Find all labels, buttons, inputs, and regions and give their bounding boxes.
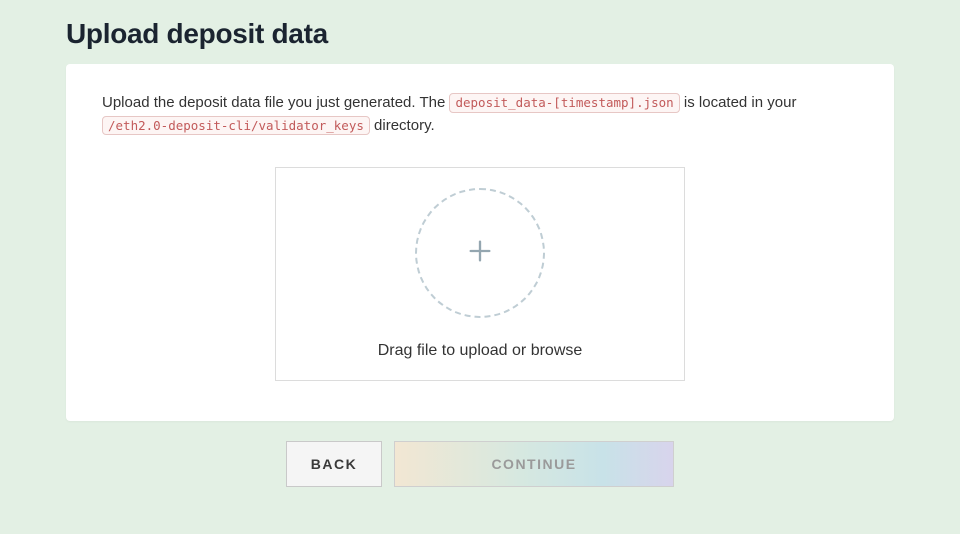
code-chip-path: /eth2.0-deposit-cli/validator_keys xyxy=(102,116,370,136)
upload-card: Upload the deposit data file you just ge… xyxy=(66,64,894,421)
code-chip-filename: deposit_data-[timestamp].json xyxy=(449,93,679,113)
dropzone-text: Drag file to upload or browse xyxy=(378,342,583,360)
plus-icon xyxy=(466,237,494,270)
page-title: Upload deposit data xyxy=(0,0,960,64)
file-dropzone[interactable]: Drag file to upload or browse xyxy=(275,167,685,381)
description-text-3: directory. xyxy=(374,117,435,134)
continue-button[interactable]: CONTINUE xyxy=(394,441,674,487)
description-text-1: Upload the deposit data file you just ge… xyxy=(102,94,449,111)
action-bar: BACK CONTINUE xyxy=(0,441,960,487)
description-text-2: is located in your xyxy=(684,94,797,111)
back-button[interactable]: BACK xyxy=(286,441,382,487)
dropzone-circle xyxy=(415,188,545,318)
upload-description: Upload the deposit data file you just ge… xyxy=(102,92,858,137)
